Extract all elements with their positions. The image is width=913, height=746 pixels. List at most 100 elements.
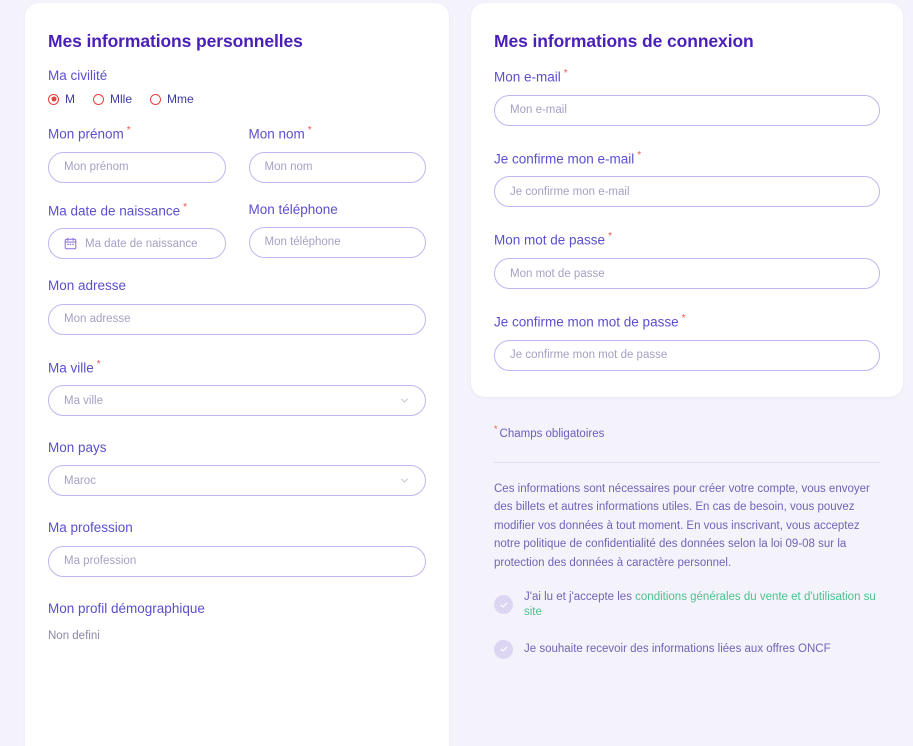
- required-star: *: [637, 149, 642, 161]
- birthdate-input[interactable]: Ma date de naissance: [48, 228, 226, 260]
- check-icon: [500, 646, 507, 652]
- password-confirm-field: Je confirme mon mot de passe * Je confirm…: [494, 313, 880, 371]
- required-fields-note: * Champs obligatoires: [494, 424, 880, 440]
- phone-label: Mon téléphone: [248, 201, 338, 217]
- firstname-field: Mon prénom * Mon prénom: [48, 125, 226, 183]
- civility-label: Ma civilité: [48, 68, 108, 83]
- legal-text: Ces informations sont nécessaires pour c…: [494, 482, 870, 570]
- radio-option-mlle[interactable]: Mlle: [93, 92, 132, 106]
- password-confirm-placeholder: Je confirme mon mot de passe: [510, 349, 668, 362]
- demographic-label: Mon profil démographique: [48, 600, 205, 616]
- required-star: *: [307, 125, 312, 136]
- chevron-down-icon[interactable]: [399, 395, 410, 406]
- footer-divider: [494, 461, 880, 463]
- personal-info-column: Mes informations personnelles Ma civilit…: [25, 3, 449, 746]
- city-field: Ma ville * Ma ville: [48, 359, 426, 417]
- demographic-section: Mon profil démographique Non defini: [48, 601, 426, 642]
- password-field: Mon mot de passe * Mon mot de passe: [494, 231, 880, 290]
- demographic-value: Non defini: [48, 629, 100, 642]
- radio-label-m: M: [65, 92, 75, 106]
- required-star: *: [183, 201, 187, 213]
- profession-field: Ma profession Ma profession: [48, 520, 426, 577]
- email-label-text: Mon e-mail: [494, 69, 561, 85]
- birthdate-field: Ma date de naissance * Ma date de naissa…: [48, 202, 226, 260]
- city-select[interactable]: Ma ville: [48, 385, 426, 417]
- radio-option-m[interactable]: M: [48, 92, 75, 106]
- consent-terms-prefix: J'ai lu et j'accepte les: [524, 590, 632, 603]
- checkbox-newsletter[interactable]: [494, 639, 513, 659]
- city-placeholder: Ma ville: [64, 394, 103, 407]
- email-confirm-label-text: Je confirme mon e-mail: [494, 151, 635, 167]
- lastname-field: Mon nom * Mon nom: [248, 125, 427, 202]
- connection-info-column: Mes informations de connexion Mon e-mail…: [471, 3, 903, 746]
- profession-input[interactable]: Ma profession: [48, 545, 426, 577]
- radio-mark-m[interactable]: [48, 93, 59, 105]
- consent-list: J'ai lu et j'accepte les conditions géné…: [494, 590, 880, 659]
- address-input[interactable]: Mon adresse: [48, 303, 426, 335]
- profession-placeholder: Ma profession: [64, 555, 137, 568]
- email-input[interactable]: Mon e-mail: [494, 94, 880, 126]
- email-label: Mon e-mail *: [494, 68, 880, 86]
- radio-option-mme[interactable]: Mme: [150, 92, 194, 106]
- registration-page: Mes informations personnelles Ma civilit…: [0, 0, 913, 746]
- password-label: Mon mot de passe *: [494, 231, 880, 249]
- birth-phone-row: Ma date de naissance * Ma date de naissa…: [48, 202, 426, 279]
- civility-radio-row: M Mlle Mme: [48, 92, 426, 106]
- check-icon: [500, 602, 507, 608]
- firstname-label-text: Mon prénom: [48, 126, 124, 142]
- password-confirm-input[interactable]: Je confirme mon mot de passe: [494, 339, 880, 371]
- required-star: *: [681, 313, 686, 325]
- lastname-input[interactable]: Mon nom: [248, 151, 426, 183]
- civility-group: Ma civilité M Mlle Mme: [48, 68, 426, 106]
- required-fields-note-text: Champs obligatoires: [499, 427, 605, 440]
- chevron-down-icon[interactable]: [399, 475, 410, 486]
- required-star: *: [608, 231, 612, 243]
- email-confirm-field: Je confirme mon e-mail * Je confirme mon …: [494, 150, 880, 208]
- phone-input[interactable]: Mon téléphone: [248, 226, 426, 258]
- calendar-icon: [64, 237, 77, 250]
- birthdate-label-text: Ma date de naissance: [48, 203, 181, 219]
- password-confirm-label-text: Je confirme mon mot de passe: [494, 314, 679, 330]
- name-row: Mon prénom * Mon prénom Mon nom * Mon nom: [48, 125, 426, 202]
- profession-label: Ma profession: [48, 520, 133, 536]
- email-placeholder: Mon e-mail: [510, 104, 567, 117]
- password-confirm-label: Je confirme mon mot de passe *: [494, 313, 880, 331]
- required-star: *: [494, 423, 498, 434]
- birthdate-label: Ma date de naissance *: [48, 202, 226, 220]
- form-footer: * Champs obligatoires Ces informations so…: [471, 397, 903, 659]
- address-field: Mon adresse Mon adresse: [48, 278, 426, 335]
- personal-info-card: Mes informations personnelles Ma civilit…: [25, 3, 449, 746]
- phone-field: Mon téléphone Mon téléphone: [248, 201, 426, 279]
- firstname-input[interactable]: Mon prénom: [48, 151, 226, 183]
- country-label: Mon pays: [48, 440, 107, 456]
- email-confirm-label: Je confirme mon e-mail *: [494, 150, 880, 168]
- consent-row-newsletter[interactable]: Je souhaite recevoir des informations li…: [494, 639, 880, 659]
- consent-row-terms[interactable]: J'ai lu et j'accepte les conditions géné…: [494, 590, 880, 620]
- checkbox-terms[interactable]: [494, 595, 513, 615]
- email-field: Mon e-mail * Mon e-mail: [494, 68, 880, 126]
- email-confirm-input[interactable]: Je confirme mon e-mail: [494, 176, 880, 208]
- country-field: Mon pays Maroc: [48, 440, 426, 497]
- radio-mark-mlle[interactable]: [93, 93, 104, 105]
- lastname-label-text: Mon nom: [248, 126, 305, 142]
- password-placeholder: Mon mot de passe: [510, 267, 605, 280]
- radio-label-mlle: Mlle: [110, 92, 133, 106]
- address-label: Mon adresse: [48, 278, 127, 294]
- required-star: *: [563, 68, 568, 79]
- email-confirm-placeholder: Je confirme mon e-mail: [510, 185, 630, 198]
- radio-mark-mme[interactable]: [150, 93, 162, 105]
- password-label-text: Mon mot de passe: [494, 232, 606, 248]
- consent-terms-text: J'ai lu et j'accepte les conditions géné…: [524, 590, 880, 620]
- phone-placeholder: Mon téléphone: [264, 236, 341, 249]
- password-input[interactable]: Mon mot de passe: [494, 258, 880, 290]
- connection-info-title: Mes informations de connexion: [494, 31, 754, 51]
- consent-newsletter-text: Je souhaite recevoir des informations li…: [524, 642, 831, 655]
- country-select[interactable]: Maroc: [48, 465, 426, 497]
- required-star: *: [126, 125, 131, 136]
- lastname-label: Mon nom *: [249, 125, 427, 143]
- personal-info-title: Mes informations personnelles: [48, 31, 303, 51]
- connection-info-card: Mes informations de connexion Mon e-mail…: [471, 3, 903, 397]
- required-star: *: [96, 358, 101, 370]
- firstname-label: Mon prénom *: [48, 125, 226, 143]
- city-label: Ma ville *: [48, 359, 426, 377]
